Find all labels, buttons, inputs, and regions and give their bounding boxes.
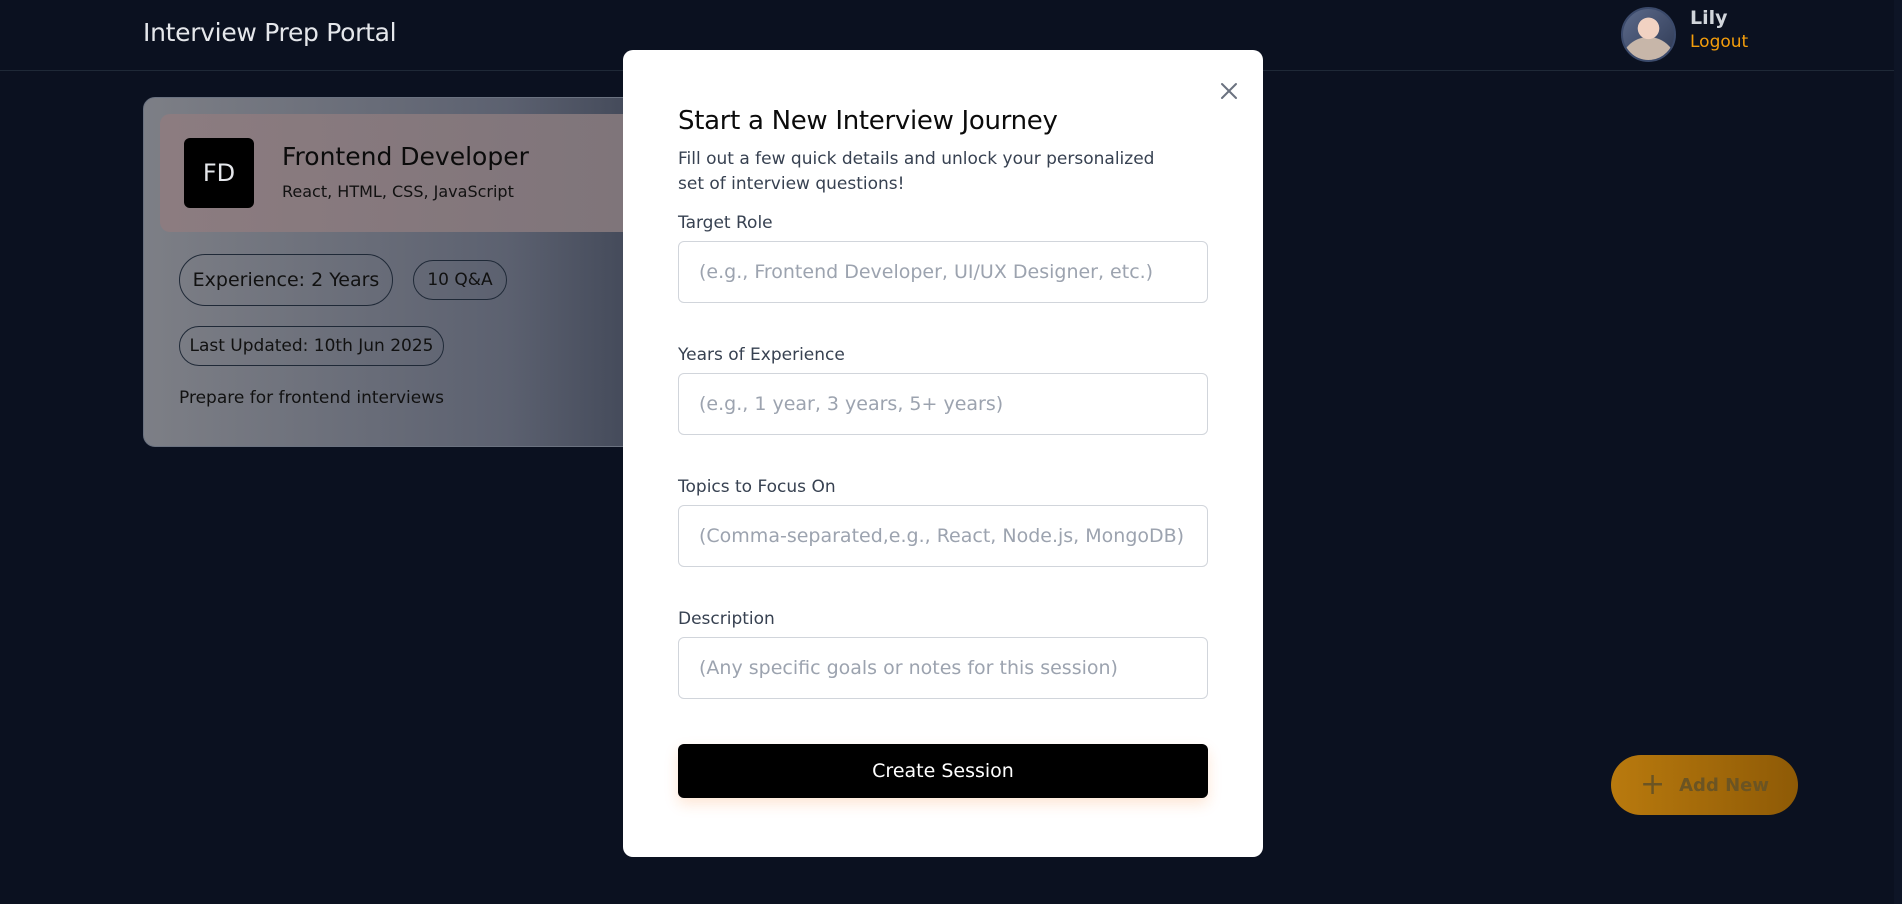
create-session-button[interactable]: Create Session [678,744,1208,798]
qa-count-badge: 10 Q&A [413,260,507,300]
role-initials-badge: FD [184,138,254,208]
topics-input[interactable] [678,505,1208,567]
session-topics: React, HTML, CSS, JavaScript [282,182,514,201]
add-new-label: Add New [1679,774,1769,796]
session-description: Prepare for frontend interviews [179,388,444,408]
user-name: Lily [1690,7,1728,29]
modal-title: Start a New Interview Journey [678,106,1058,136]
last-updated-badge: Last Updated: 10th Jun 2025 [179,326,444,366]
create-session-modal: Start a New Interview Journey Fill out a… [623,50,1263,857]
description-label: Description [678,609,775,629]
plus-icon: + [1639,767,1666,802]
experience-label: Years of Experience [678,345,845,365]
brand-title: Interview Prep Portal [143,18,397,47]
add-new-button[interactable]: + Add New [1611,755,1798,815]
scrollbar[interactable] [1894,0,1902,904]
experience-input[interactable] [678,373,1208,435]
session-role-title: Frontend Developer [282,142,529,171]
target-role-label: Target Role [678,213,773,233]
description-input[interactable] [678,637,1208,699]
logout-link[interactable]: Logout [1690,32,1748,52]
avatar[interactable] [1621,7,1676,62]
modal-subtitle: Fill out a few quick details and unlock … [678,149,1155,194]
topics-label: Topics to Focus On [678,477,836,497]
experience-badge: Experience: 2 Years [179,254,393,306]
close-icon[interactable] [1214,76,1244,106]
target-role-input[interactable] [678,241,1208,303]
